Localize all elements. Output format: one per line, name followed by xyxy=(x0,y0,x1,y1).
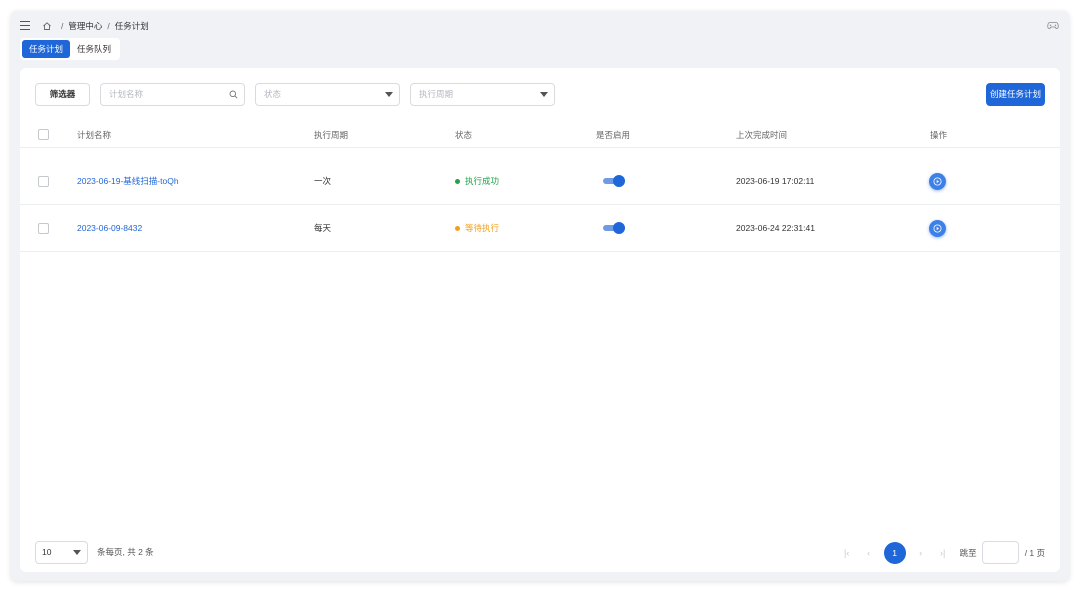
jump-page-input[interactable] xyxy=(981,541,1019,564)
filter-button[interactable]: 筛选器 xyxy=(35,83,90,106)
play-icon xyxy=(933,224,942,232)
chevron-down-icon xyxy=(73,550,81,555)
enabled-toggle[interactable] xyxy=(603,175,625,187)
last-page-icon[interactable]: ›| xyxy=(932,548,954,558)
run-task-button[interactable] xyxy=(929,219,946,237)
page-size-select[interactable]: 10 xyxy=(35,541,88,564)
plan-name-link[interactable]: 2023-06-19-基线扫描-toQh xyxy=(77,158,179,204)
breadcrumb-item-admin-center[interactable]: 管理中心 xyxy=(68,20,102,32)
gamepad-icon[interactable] xyxy=(1047,21,1059,30)
column-header-plan-name: 计划名称 xyxy=(77,129,112,140)
chevron-down-icon xyxy=(540,92,548,97)
last-finished-time: 2023-06-24 22:31:41 xyxy=(736,223,815,233)
tab-task-queue[interactable]: 任务队列 xyxy=(70,40,118,58)
status-badge: 执行成功 xyxy=(455,158,499,204)
page-summary: 条每页, 共 2 条 xyxy=(97,547,154,557)
run-task-button[interactable] xyxy=(929,172,946,190)
select-all-checkbox[interactable] xyxy=(38,129,49,140)
period-placeholder: 执行周期 xyxy=(419,89,454,99)
plan-name-link[interactable]: 2023-06-09-8432 xyxy=(77,205,142,251)
total-pages: / 1 页 xyxy=(1024,547,1045,558)
column-header-last-finished: 上次完成时间 xyxy=(736,129,788,140)
app-window: / 管理中心 / 任务计划 任务计划 任务队列 筛选器 计划名称 状态 执行周期… xyxy=(11,11,1069,581)
period-value: 每天 xyxy=(314,223,332,233)
row-checkbox[interactable] xyxy=(38,175,49,187)
row-checkbox[interactable] xyxy=(38,222,49,234)
status-text: 执行成功 xyxy=(465,176,500,186)
status-badge: 等待执行 xyxy=(455,205,499,251)
page-number-current[interactable]: 1 xyxy=(883,541,906,564)
create-task-plan-button[interactable]: 创建任务计划 xyxy=(986,83,1045,106)
last-finished-time: 2023-06-19 17:02:11 xyxy=(736,176,815,186)
top-bar: / 管理中心 / 任务计划 xyxy=(11,11,1069,39)
search-icon[interactable] xyxy=(229,90,238,99)
breadcrumb-separator: / xyxy=(107,21,110,31)
prev-page-icon[interactable]: ‹ xyxy=(858,548,880,558)
plan-name-search-input[interactable]: 计划名称 xyxy=(100,83,245,106)
first-page-icon[interactable]: |‹ xyxy=(836,548,858,558)
enabled-toggle[interactable] xyxy=(603,222,625,234)
column-header-enabled: 是否启用 xyxy=(596,129,631,140)
table-row: 2023-06-19-基线扫描-toQh 一次 执行成功 2023-06-19 … xyxy=(20,158,1060,205)
column-header-status: 状态 xyxy=(455,129,473,140)
search-placeholder: 计划名称 xyxy=(109,89,144,99)
home-icon[interactable] xyxy=(42,21,52,31)
column-header-period: 执行周期 xyxy=(314,129,349,140)
main-card: 筛选器 计划名称 状态 执行周期 创建任务计划 计划名称 执行周期 状态 是否启… xyxy=(20,68,1060,572)
jump-label: 跳至 xyxy=(959,547,977,558)
tab-bar: 任务计划 任务队列 xyxy=(20,38,121,60)
menu-icon[interactable] xyxy=(20,21,30,30)
table-header: 计划名称 执行周期 状态 是否启用 上次完成时间 操作 xyxy=(20,122,1060,148)
column-header-actions: 操作 xyxy=(930,129,948,140)
breadcrumb-separator: / xyxy=(61,21,64,31)
pagination: |‹ ‹ 1 › ›| 跳至 / 1 页 xyxy=(836,541,1045,564)
status-text: 等待执行 xyxy=(465,223,500,233)
breadcrumb: / 管理中心 / 任务计划 xyxy=(42,20,149,32)
chevron-down-icon xyxy=(385,92,393,97)
page-size-value: 10 xyxy=(42,547,52,557)
status-dot-icon xyxy=(455,178,460,184)
period-select[interactable]: 执行周期 xyxy=(410,83,555,106)
play-icon xyxy=(933,177,942,185)
period-value: 一次 xyxy=(314,176,332,186)
status-placeholder: 状态 xyxy=(264,89,282,99)
status-dot-icon xyxy=(455,225,460,231)
status-select[interactable]: 状态 xyxy=(255,83,400,106)
tab-task-plan[interactable]: 任务计划 xyxy=(22,40,71,58)
breadcrumb-item-task-plan: 任务计划 xyxy=(114,21,149,31)
table-row: 2023-06-09-8432 每天 等待执行 2023-06-24 22:31… xyxy=(20,205,1060,252)
next-page-icon[interactable]: › xyxy=(910,548,932,558)
